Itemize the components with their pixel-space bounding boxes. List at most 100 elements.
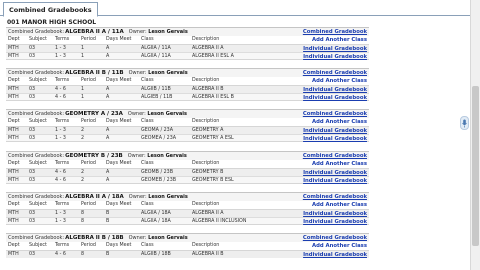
owner-name: Leson Gervais (148, 234, 188, 241)
table-row: MTH 03 1 - 3 2 A GEOMEA / 23A GEOMETRY A ESL In… (6, 134, 369, 143)
cell-period: 2 (81, 177, 85, 183)
gradebook-name: GEOMETRY B / 23B (65, 152, 123, 159)
school-name: 001 MANOR HIGH SCHOOL (7, 19, 97, 26)
column-header-period: Period (81, 201, 96, 207)
cell-period: 1 (81, 95, 85, 101)
combined-gradebook-label: Combined Gradebook: (8, 70, 65, 77)
microphone-icon[interactable] (460, 116, 469, 130)
column-header-row: Dept Subject Terms Period Days Meet Class Desc… (6, 241, 369, 250)
table-row: MTH 03 4 - 6 8 B ALGIIB / 18B ALGEBRA II B Indi… (6, 249, 369, 259)
individual-gradebook-link[interactable]: Individual Gradebook (303, 135, 367, 143)
combined-gradebook-link[interactable]: Combined Gradebook (303, 110, 367, 118)
table-row: MTH 03 4 - 6 2 A GEOMEB / 23B GEOMETRY B ESL In… (6, 175, 369, 185)
add-another-class-link[interactable]: Add Another Class (312, 160, 367, 168)
owner-label: Owner: (128, 193, 147, 200)
column-header-terms: Terms (55, 201, 70, 207)
gradebook-group: Combined Gradebook:ALGEBRA II B / 11B Own… (6, 68, 369, 109)
group-header: Combined Gradebook:GEOMETRY A / 23A Owner… (6, 109, 369, 119)
cell-class: ALGIIB / 18B (141, 251, 171, 257)
cell-class: GEOMEB / 23B (141, 177, 177, 183)
cell-dept: MTH (8, 251, 19, 257)
column-header-period: Period (81, 119, 96, 125)
column-header-dept: Dept (8, 78, 20, 84)
owner-name: Leson Gervais (148, 29, 188, 35)
cell-days: B (106, 218, 110, 224)
add-another-class-link[interactable]: Add Another Class (312, 36, 367, 44)
column-header-subject: Subject (29, 37, 47, 42)
vertical-scrollbar[interactable] (470, 0, 480, 270)
individual-gradebook-link[interactable]: Individual Gradebook (303, 177, 367, 185)
gradebook-group: Combined Gradebook:ALGEBRA II A / 11A Own… (6, 27, 369, 68)
owner-label: Owner: (127, 111, 146, 118)
column-header-class: Class (141, 37, 154, 42)
combined-gradebook-label: Combined Gradebook: (8, 29, 65, 35)
column-header-description: Description (192, 78, 220, 84)
add-another-class-link[interactable]: Add Another Class (312, 242, 367, 250)
column-header-row: Dept Subject Terms Period Days Meet Class Desc… (6, 36, 369, 44)
cell-class: ALGIIA / 11A (141, 54, 171, 59)
column-header-subject: Subject (29, 242, 47, 248)
table-row: MTH 03 1 - 3 8 B ALGIIA / 18A ALGEBRA II INCLU… (6, 216, 369, 226)
gradebook-groups: Combined Gradebook:ALGEBRA II A / 11A Own… (6, 27, 369, 270)
cell-days: A (106, 136, 110, 142)
cell-terms: 1 - 3 (55, 136, 66, 142)
column-header-period: Period (81, 160, 96, 166)
add-another-class-link[interactable]: Add Another Class (312, 118, 367, 126)
scrollbar-thumb[interactable] (472, 86, 479, 246)
owner-label: Owner: (128, 29, 147, 35)
cell-description: ALGEBRA II B (192, 251, 224, 257)
group-header: Combined Gradebook:GEOMETRY B / 23B Owner… (6, 150, 369, 160)
column-header-period: Period (81, 37, 96, 42)
cell-dept: MTH (8, 218, 19, 224)
gradebook-name: ALGEBRA II B / 11B (65, 70, 124, 77)
column-header-row: Dept Subject Terms Period Days Meet Class Desc… (6, 118, 369, 127)
cell-description: ALGEBRA II INCLUSION (192, 218, 247, 224)
cell-subject: 03 (29, 136, 36, 142)
cell-period: 1 (81, 54, 85, 59)
cell-days: A (106, 95, 110, 101)
cell-dept: MTH (8, 95, 19, 101)
combined-gradebook-link[interactable]: Combined Gradebook (303, 28, 367, 36)
cell-dept: MTH (8, 54, 19, 59)
table-row: MTH 03 1 - 3 1 A ALGIIA / 11A ALGEBRA II ESL A… (6, 52, 369, 60)
combined-gradebook-link[interactable]: Combined Gradebook (303, 193, 367, 201)
column-header-class: Class (141, 119, 154, 125)
column-header-days: Days Meet (106, 78, 132, 84)
column-header-dept: Dept (8, 201, 20, 207)
cell-terms: 4 - 6 (55, 251, 66, 257)
group-header: Combined Gradebook:ALGEBRA II A / 18A Own… (6, 191, 369, 201)
add-another-class-link[interactable]: Add Another Class (312, 201, 367, 209)
individual-gradebook-link[interactable]: Individual Gradebook (303, 218, 367, 226)
individual-gradebook-link[interactable]: Individual Gradebook (303, 94, 367, 102)
owner-label: Owner: (128, 234, 147, 241)
gradebook-name: ALGEBRA II A / 11A (65, 29, 124, 35)
cell-subject: 03 (29, 95, 36, 101)
column-header-row: Dept Subject Terms Period Days Meet Class Desc… (6, 77, 369, 86)
combined-gradebook-link[interactable]: Combined Gradebook (303, 234, 367, 242)
cell-description: ALGEBRA II ESL A (192, 54, 234, 59)
owner-name: Leson Gervais (148, 193, 188, 200)
cell-days: A (106, 54, 110, 59)
column-header-days: Days Meet (106, 160, 132, 166)
cell-subject: 03 (29, 54, 36, 59)
column-header-dept: Dept (8, 242, 20, 248)
table-row: MTH 03 1 - 3 8 B ALGIIA / 18A ALGEBRA II A Indi… (6, 208, 369, 217)
column-header-class: Class (141, 78, 154, 84)
column-header-days: Days Meet (106, 242, 132, 248)
gradebook-group: Combined Gradebook:ALGEBRA II B / 18B Own… (6, 232, 369, 270)
column-header-terms: Terms (55, 242, 70, 248)
column-header-class: Class (141, 242, 154, 248)
combined-gradebook-link[interactable]: Combined Gradebook (303, 152, 367, 160)
cell-period: 8 (81, 218, 85, 224)
owner-name: Leson Gervais (148, 70, 188, 77)
cell-class: ALGIIA / 18A (141, 218, 171, 224)
combined-gradebook-link[interactable]: Combined Gradebook (303, 69, 367, 77)
gradebook-group: Combined Gradebook:ALGEBRA II A / 18A Own… (6, 191, 369, 233)
tab-combined-gradebooks[interactable]: Combined Gradebooks (3, 2, 98, 17)
individual-gradebook-link[interactable]: Individual Gradebook (303, 251, 367, 259)
add-another-class-link[interactable]: Add Another Class (312, 77, 367, 85)
column-header-period: Period (81, 78, 96, 84)
tab-bar: Combined Gradebooks (0, 0, 470, 17)
individual-gradebook-link[interactable]: Individual Gradebook (303, 53, 367, 61)
cell-dept: MTH (8, 177, 19, 183)
